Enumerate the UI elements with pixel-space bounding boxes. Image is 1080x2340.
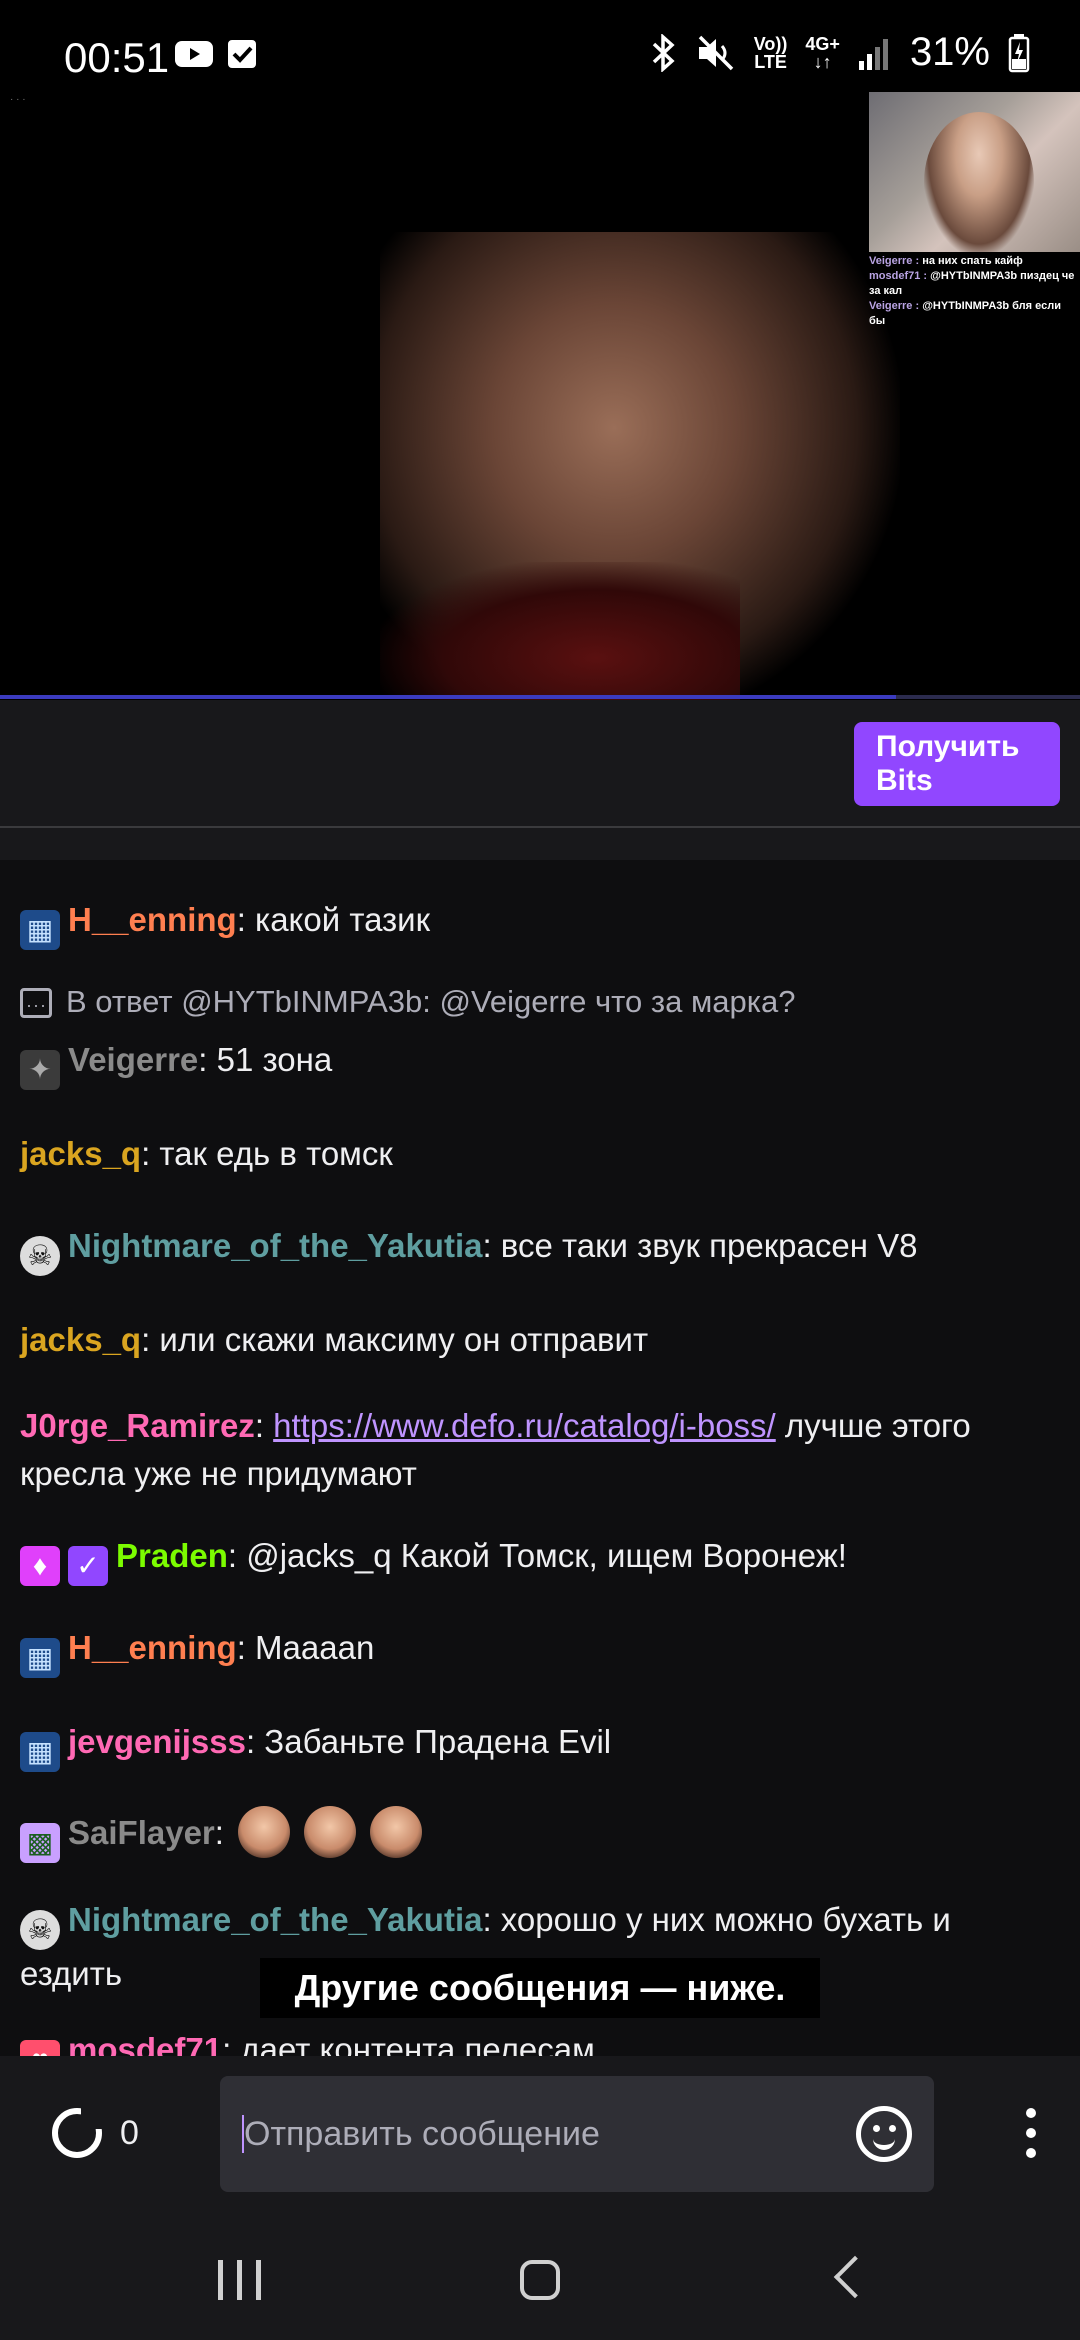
chat-text: : так едь в томск bbox=[141, 1135, 393, 1172]
recents-icon[interactable] bbox=[218, 2260, 262, 2300]
signal-icon bbox=[858, 38, 888, 70]
chat-text: : bbox=[214, 1814, 224, 1851]
hoodie-badge-icon: ▦ bbox=[20, 1638, 60, 1678]
chat-username[interactable]: jacks_q bbox=[20, 1321, 141, 1358]
video-player[interactable]: · · · Veigerre : на них спать кайф mosde… bbox=[0, 92, 1080, 700]
chat-message: J0rge_Ramirez: https://www.defo.ru/catal… bbox=[20, 1402, 1060, 1498]
heart-badge-icon: ♥ bbox=[20, 2040, 60, 2056]
emoji-icon[interactable] bbox=[856, 2106, 912, 2162]
chat-username[interactable]: Nightmare_of_the_Yakutia bbox=[68, 1901, 482, 1938]
message-input[interactable]: Отправить сообщение bbox=[220, 2076, 934, 2192]
youtube-icon bbox=[175, 41, 213, 67]
chat-username[interactable]: H__enning bbox=[68, 1629, 237, 1666]
reply-context[interactable]: В ответ @HYTbINMPA3b: @Veigerre что за м… bbox=[20, 980, 796, 1027]
status-bar: 00:51 Vo)) LTE 4G+ ↓↑ 31% bbox=[0, 0, 1080, 92]
chat-username[interactable]: Veigerre bbox=[68, 1041, 198, 1078]
emote-icon[interactable] bbox=[237, 1806, 290, 1858]
emote-icon[interactable] bbox=[369, 1806, 422, 1858]
webcam-streamer bbox=[924, 112, 1034, 252]
chat-text: : @jacks_q Какой Томск, ищем Воронеж! bbox=[227, 1537, 847, 1574]
chat-text: : какой тазик bbox=[236, 901, 431, 938]
bits-bar: Получить Bits bbox=[0, 700, 1080, 828]
more-messages-below-banner[interactable]: Другие сообщения — ниже. bbox=[260, 1958, 820, 2018]
chat-message: ▦ H__enning: Maaaan bbox=[20, 1624, 1060, 1678]
chat-username[interactable]: mosdef71 bbox=[68, 2031, 222, 2056]
emote-icon[interactable] bbox=[303, 1806, 356, 1858]
chat-username[interactable]: Nightmare_of_the_Yakutia bbox=[68, 1227, 482, 1264]
chat-message: jacks_q: так едь в томск bbox=[20, 1130, 1060, 1178]
chat-list[interactable]: ▦H__enning: какой тазик В ответ @HYTbINM… bbox=[0, 860, 1080, 2056]
video-subject-jacket bbox=[380, 562, 740, 700]
bluetooth-icon bbox=[652, 33, 675, 72]
home-icon[interactable] bbox=[520, 2260, 560, 2300]
data-indicator: 4G+ ↓↑ bbox=[805, 33, 840, 72]
video-progress-fill bbox=[0, 695, 897, 699]
chat-message: ▦ jevgenijsss: Забаньте Прадена Evil bbox=[20, 1718, 1060, 1772]
get-bits-button[interactable]: Получить Bits bbox=[854, 722, 1060, 806]
reply-icon bbox=[20, 983, 52, 1027]
checkbox-icon bbox=[228, 40, 256, 68]
chat-message: ♥ mosdef71: дает контента пелесам bbox=[20, 2026, 1060, 2056]
chat-text: : все таки звук прекрасен V8 bbox=[482, 1227, 918, 1264]
android-nav-bar bbox=[0, 2220, 1080, 2340]
mute-icon bbox=[698, 35, 733, 70]
verified-badge-icon: ✓ bbox=[68, 1546, 108, 1586]
gem-badge-icon: ♦ bbox=[20, 1546, 60, 1586]
status-right: Vo)) LTE 4G+ ↓↑ 31% bbox=[648, 30, 1030, 75]
channel-points-icon[interactable] bbox=[52, 2107, 103, 2158]
overlay-chat-line: mosdef71 : @HYTbINMPA3b пиздец че за кал bbox=[869, 270, 1075, 297]
skull-badge-icon: ☠ bbox=[20, 1236, 60, 1276]
chat-text: : 51 зона bbox=[198, 1041, 333, 1078]
chat-message: ▦ H__enning: какой тазик bbox=[20, 896, 1060, 950]
webcam-overlay bbox=[869, 92, 1080, 252]
message-placeholder: Отправить сообщение bbox=[244, 2115, 600, 2153]
pixel-badge-icon: ▩ bbox=[20, 1823, 60, 1863]
chat-username[interactable]: jevgenijsss bbox=[68, 1723, 246, 1760]
more-options-icon[interactable] bbox=[1026, 2108, 1036, 2118]
skull-badge-icon: ☠ bbox=[20, 1910, 60, 1950]
chat-username[interactable]: jacks_q bbox=[20, 1135, 141, 1172]
chat-username[interactable]: SaiFlayer bbox=[68, 1814, 215, 1851]
channel-points-count: 0 bbox=[120, 2114, 139, 2152]
chat-username[interactable]: H__enning bbox=[68, 901, 237, 938]
hoodie-badge-icon: ▦ bbox=[20, 910, 60, 950]
battery-percent: 31% bbox=[909, 30, 990, 74]
hoodie-badge-icon: ▦ bbox=[20, 1732, 60, 1772]
video-progress-bar[interactable] bbox=[0, 695, 1080, 699]
hawk-badge-icon: ✦ bbox=[20, 1050, 60, 1090]
chat-text: : дает контента пелесам bbox=[222, 2031, 595, 2056]
chat-message: ☠ Nightmare_of_the_Yakutia: все таки звук… bbox=[20, 1222, 1060, 1276]
chat-message: ♦ ✓ Praden: @jacks_q Какой Томск, ищем Вор… bbox=[20, 1532, 1060, 1586]
chat-message: ✦ Veigerre: 51 зона bbox=[20, 1036, 1060, 1090]
chat-text: : Maaaan bbox=[236, 1629, 375, 1666]
status-time: 00:51 bbox=[64, 34, 170, 81]
battery-icon bbox=[1008, 33, 1030, 72]
chat-separator bbox=[0, 828, 1080, 860]
video-overlay-text: · · · bbox=[10, 94, 26, 105]
chat-text: : Забаньте Прадена Evil bbox=[245, 1723, 612, 1760]
chat-message: ▩ SaiFlayer: bbox=[20, 1806, 1060, 1863]
volte-indicator: Vo)) LTE bbox=[753, 33, 788, 72]
overlay-chat: Veigerre : на них спать кайф mosdef71 : … bbox=[869, 254, 1080, 329]
chat-link[interactable]: https://www.defo.ru/catalog/i-boss/ bbox=[273, 1407, 776, 1444]
chat-text: : или скажи максиму он отправит bbox=[141, 1321, 649, 1358]
overlay-chat-line: Veigerre : @HYTbINMPA3b бля если бы bbox=[869, 300, 1061, 327]
chat-message: jacks_q: или скажи максиму он отправит bbox=[20, 1316, 1060, 1364]
reply-text: В ответ @HYTbINMPA3b: @Veigerre что за м… bbox=[66, 984, 796, 1019]
chat-username[interactable]: Praden bbox=[116, 1537, 228, 1574]
chat-input-bar: 0 Отправить сообщение bbox=[0, 2056, 1080, 2220]
back-icon[interactable] bbox=[833, 2255, 877, 2299]
chat-separator-text: : bbox=[254, 1407, 274, 1444]
overlay-chat-line: Veigerre : на них спать кайф bbox=[869, 255, 1023, 267]
chat-username[interactable]: J0rge_Ramirez bbox=[20, 1407, 255, 1444]
